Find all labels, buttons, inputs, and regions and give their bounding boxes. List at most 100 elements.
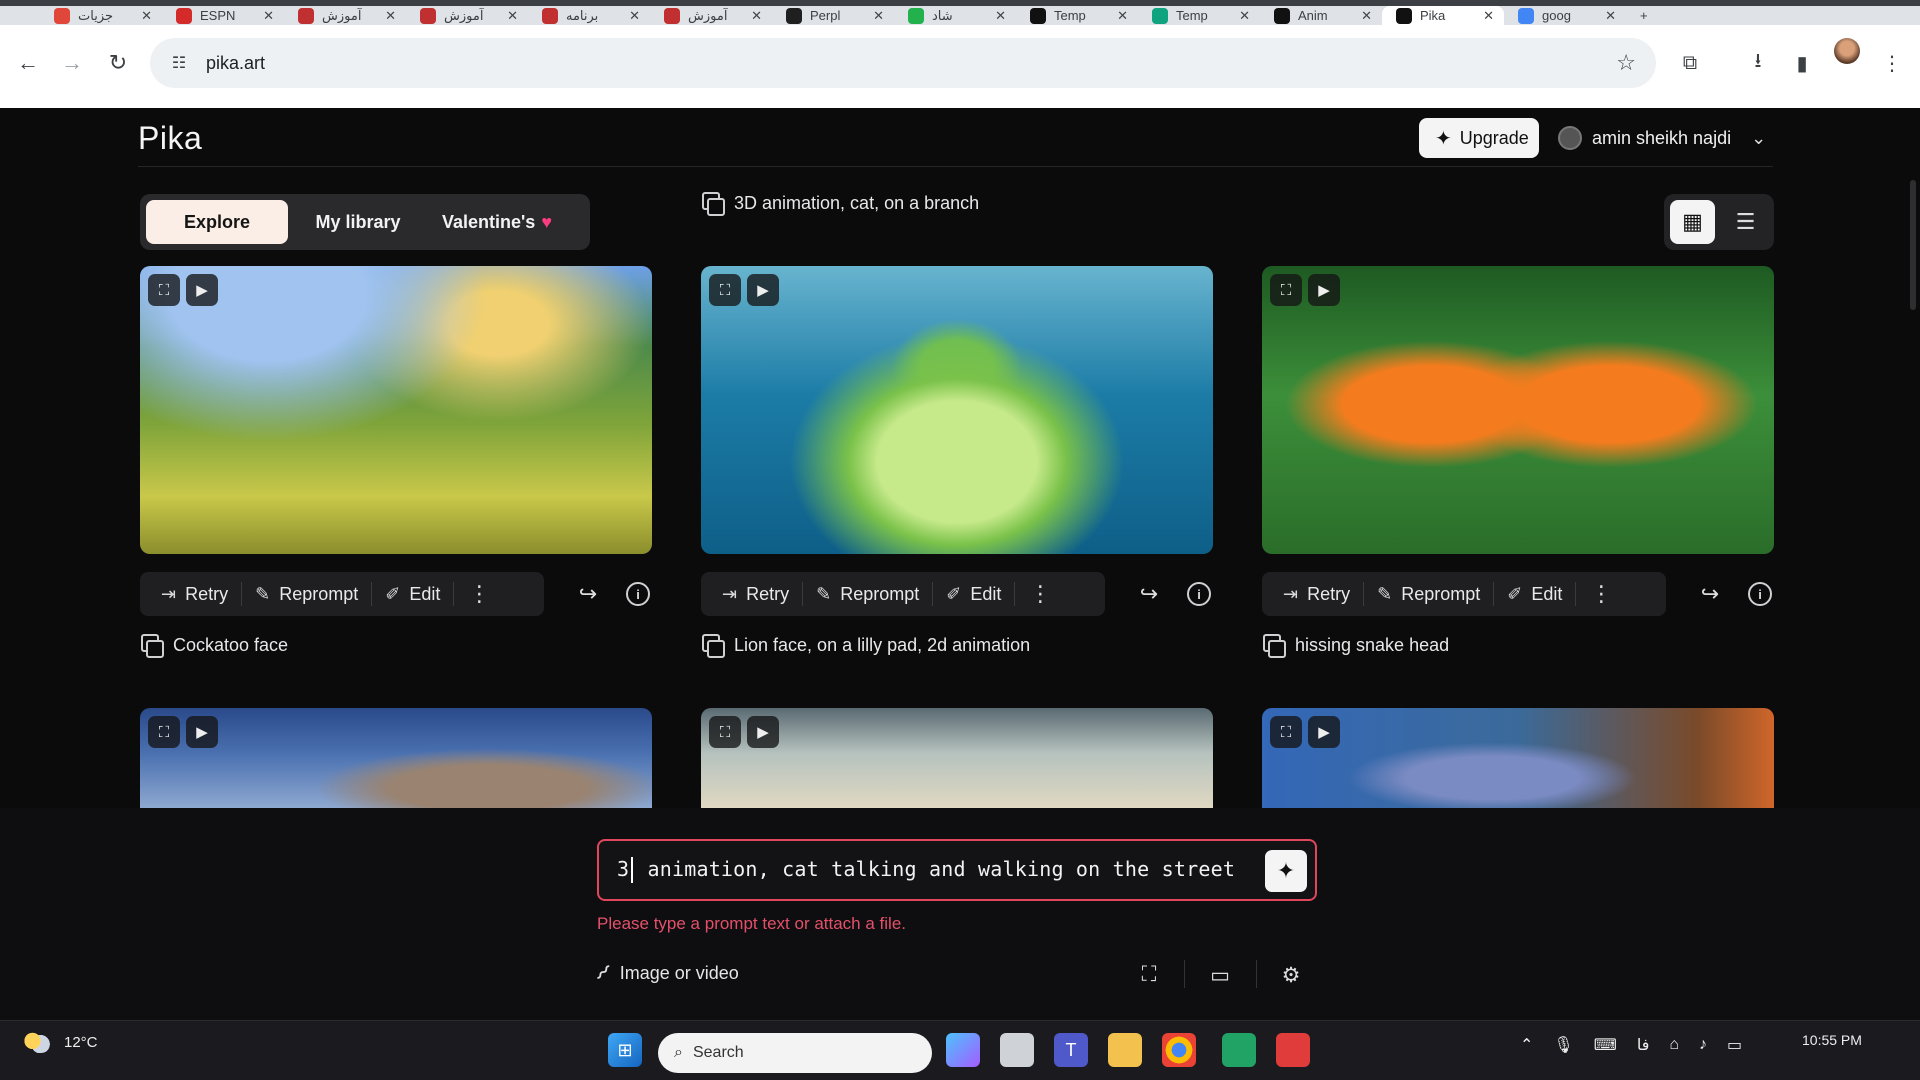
info-button[interactable]: i [1744, 578, 1776, 610]
browser-tab[interactable]: Temp ✕ [1138, 6, 1260, 25]
windows-start-icon[interactable]: ⊞ [608, 1033, 642, 1067]
browser-tab[interactable]: Perpl ✕ [772, 6, 894, 25]
tab-my-library[interactable]: My library [294, 200, 422, 244]
task-view-icon[interactable] [1000, 1033, 1034, 1067]
keyboard-icon[interactable]: ⌨ [1594, 1035, 1617, 1055]
fullscreen-icon[interactable]: ⛶ [1270, 716, 1302, 748]
reload-icon[interactable]: ↻ [98, 43, 138, 83]
browser-tab[interactable]: آموزش ✕ [284, 6, 406, 25]
share-icon[interactable]: ↪ [572, 578, 604, 610]
copilot-icon[interactable] [946, 1033, 980, 1067]
play-icon[interactable]: ▶ [1308, 716, 1340, 748]
prompt-text[interactable]: 3 animation, cat talking and walking on … [617, 857, 1235, 884]
more-options-icon[interactable]: ⋮ [1576, 581, 1626, 607]
network-icon[interactable]: ⌂ [1669, 1036, 1679, 1054]
retry-button[interactable]: ⇥ Retry [709, 579, 802, 609]
forward-icon[interactable]: → [52, 43, 92, 83]
site-info-icon[interactable]: ☷ [168, 52, 190, 74]
retry-button[interactable]: ⇥ Retry [148, 579, 241, 609]
back-icon[interactable]: ← [8, 43, 48, 83]
camera-control-icon[interactable]: ▭ [1205, 960, 1235, 990]
browser-tab[interactable]: آموزش ✕ [650, 6, 772, 25]
close-tab-icon[interactable]: ✕ [507, 8, 518, 24]
language-indicator[interactable]: فا [1637, 1035, 1650, 1055]
browser-tab[interactable]: آموزش ✕ [406, 6, 528, 25]
copy-icon[interactable] [1263, 634, 1286, 658]
reprompt-button[interactable]: ✎ Reprompt [1364, 579, 1493, 609]
browser-tab[interactable]: شاد ✕ [894, 6, 1016, 25]
attach-image-video-button[interactable]: ⌇ Image or video [590, 960, 739, 986]
video-card[interactable]: ⛶ ▶ [701, 266, 1213, 554]
pika-logo[interactable]: Pika [138, 120, 202, 157]
browser-tab[interactable]: جزیات ✕ [40, 6, 162, 25]
tab-valentines[interactable]: Valentine's ♥ [428, 200, 566, 244]
volume-icon[interactable]: ♪ [1699, 1036, 1707, 1054]
edit-button[interactable]: ✐ Edit [933, 579, 1014, 609]
taskbar-search[interactable]: ⌕ Search [658, 1033, 932, 1073]
share-icon[interactable]: ↪ [1133, 578, 1165, 610]
clock[interactable]: 10:55 PM [1802, 1031, 1862, 1049]
teams-icon[interactable]: T [1054, 1033, 1088, 1067]
close-tab-icon[interactable]: ✕ [263, 8, 274, 24]
more-options-icon[interactable]: ⋮ [454, 581, 504, 607]
retry-button[interactable]: ⇥ Retry [1270, 579, 1363, 609]
close-tab-icon[interactable]: ✕ [995, 8, 1006, 24]
fullscreen-icon[interactable]: ⛶ [709, 274, 741, 306]
reprompt-button[interactable]: ✎ Reprompt [242, 579, 371, 609]
fullscreen-icon[interactable]: ⛶ [148, 716, 180, 748]
video-card[interactable]: ⛶ ▶ [701, 708, 1213, 808]
close-tab-icon[interactable]: ✕ [629, 8, 640, 24]
copy-icon[interactable] [141, 634, 164, 658]
fullscreen-icon[interactable]: ⛶ [148, 274, 180, 306]
upgrade-button[interactable]: ✦ Upgrade [1419, 118, 1539, 158]
browser-tab[interactable]: ESPN ✕ [162, 6, 284, 25]
close-tab-icon[interactable]: ✕ [1239, 8, 1250, 24]
sheets-app-icon[interactable] [1222, 1033, 1256, 1067]
video-card[interactable]: ⛶ ▶ [1262, 266, 1774, 554]
prompt-input[interactable]: 3 animation, cat talking and walking on … [597, 839, 1317, 901]
browser-tab[interactable]: Anim ✕ [1260, 6, 1382, 25]
profile-avatar[interactable] [1834, 38, 1860, 64]
video-card[interactable]: ⛶ ▶ [140, 266, 652, 554]
extensions-icon[interactable]: ⧉ [1674, 47, 1706, 79]
weather-widget[interactable]: 12°C [22, 1031, 98, 1053]
play-icon[interactable]: ▶ [747, 274, 779, 306]
edit-button[interactable]: ✐ Edit [1494, 579, 1575, 609]
download-icon[interactable]: ⭳ [1742, 47, 1774, 79]
close-tab-icon[interactable]: ✕ [385, 8, 396, 24]
play-icon[interactable]: ▶ [1308, 274, 1340, 306]
close-tab-icon[interactable]: ✕ [1605, 8, 1616, 24]
play-icon[interactable]: ▶ [186, 716, 218, 748]
microphone-icon[interactable]: 🎙 [1553, 1035, 1573, 1055]
browser-tab[interactable]: برنامه ✕ [528, 6, 650, 25]
close-tab-icon[interactable]: ✕ [873, 8, 884, 24]
close-tab-icon[interactable]: ✕ [1483, 8, 1494, 24]
address-bar[interactable]: ☷ pika.art ☆ [150, 38, 1656, 88]
play-icon[interactable]: ▶ [747, 716, 779, 748]
battery-icon[interactable]: ▭ [1727, 1035, 1742, 1055]
generate-button[interactable]: ✦ [1265, 850, 1307, 892]
browser-tab[interactable]: Pika ✕ [1382, 6, 1504, 25]
browser-menu-icon[interactable]: ⋮ [1876, 47, 1908, 79]
copy-icon[interactable] [702, 192, 725, 216]
aspect-ratio-icon[interactable]: ⛶ [1134, 960, 1164, 990]
pdf-app-icon[interactable] [1276, 1033, 1310, 1067]
copy-icon[interactable] [702, 634, 725, 658]
tab-explore[interactable]: Explore [146, 200, 288, 244]
more-options-icon[interactable]: ⋮ [1015, 581, 1065, 607]
browser-tab[interactable]: Temp ✕ [1016, 6, 1138, 25]
info-button[interactable]: i [1183, 578, 1215, 610]
video-card[interactable]: ⛶ ▶ [140, 708, 652, 808]
grid-view-icon[interactable]: ▦ [1670, 200, 1715, 244]
close-tab-icon[interactable]: ✕ [1361, 8, 1372, 24]
side-panel-icon[interactable]: ▮ [1786, 47, 1818, 79]
close-tab-icon[interactable]: ✕ [751, 8, 762, 24]
video-card[interactable]: ⛶ ▶ [1262, 708, 1774, 808]
user-menu[interactable]: amin sheikh najdi ⌄ [1558, 118, 1766, 158]
url-text[interactable]: pika.art [206, 53, 265, 74]
new-tab-button[interactable]: + [1626, 6, 1666, 25]
fullscreen-icon[interactable]: ⛶ [709, 716, 741, 748]
file-explorer-icon[interactable] [1108, 1033, 1142, 1067]
share-icon[interactable]: ↪ [1694, 578, 1726, 610]
chrome-icon[interactable] [1162, 1033, 1196, 1067]
